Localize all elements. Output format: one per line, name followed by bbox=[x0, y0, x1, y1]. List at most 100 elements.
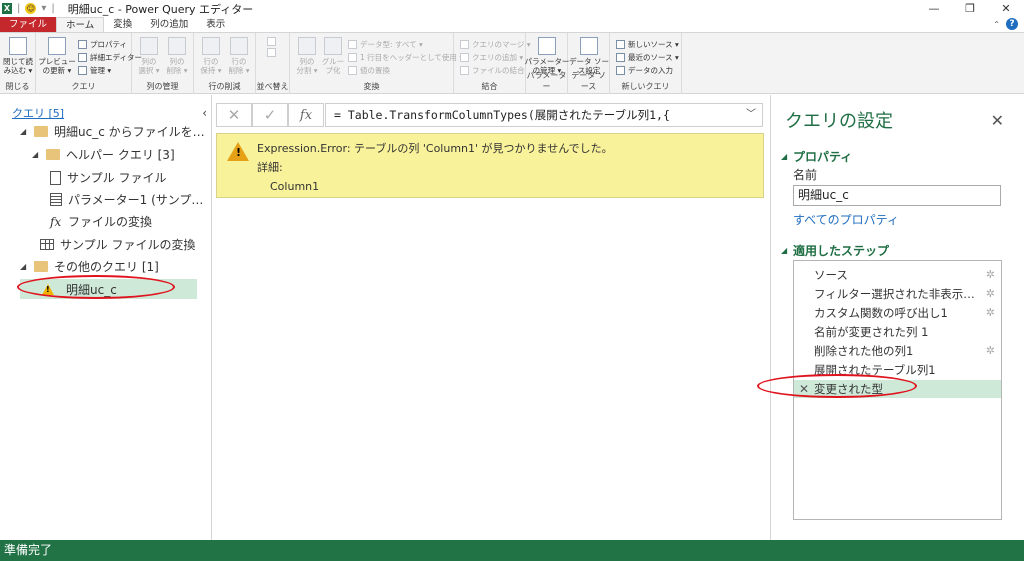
combine-files-icon bbox=[460, 66, 469, 75]
applied-steps-section-header[interactable]: ◢ 適用したステップ bbox=[781, 242, 889, 259]
window-title: 明細uc_c - Power Query エディター bbox=[67, 2, 254, 16]
sort-ascending-icon[interactable] bbox=[267, 37, 276, 46]
restore-button[interactable]: ❐ bbox=[952, 0, 988, 17]
expand-triangle-icon[interactable]: ◢ bbox=[20, 262, 28, 271]
remove-columns-button[interactable]: 列の 削除 ▾ bbox=[164, 37, 190, 75]
queries-pane: クエリ [5] ‹ ◢ 明細uc_c からファイルを… ◢ ヘルパー クエリ [… bbox=[0, 95, 212, 540]
parameters-icon bbox=[538, 37, 556, 55]
close-settings-icon[interactable]: ✕ bbox=[991, 111, 1004, 130]
tree-item-label: ヘルパー クエリ [3] bbox=[66, 148, 175, 162]
expand-triangle-icon[interactable]: ◢ bbox=[20, 127, 28, 136]
tree-item-other-queries[interactable]: ◢ その他のクエリ [1] bbox=[20, 258, 159, 275]
step-item[interactable]: 名前が変更された列 1 bbox=[794, 323, 1001, 341]
tree-item-folder-files[interactable]: ◢ 明細uc_c からファイルを… bbox=[20, 123, 205, 140]
keep-rows-button[interactable]: 行の 保持 ▾ bbox=[198, 37, 224, 75]
gear-icon[interactable]: ✲ bbox=[986, 304, 995, 322]
excel-icon: X bbox=[2, 3, 12, 14]
collapse-pane-icon[interactable]: ‹ bbox=[202, 106, 207, 120]
refresh-label: プレビュー の更新 ▾ bbox=[38, 57, 76, 75]
all-properties-link[interactable]: すべてのプロパティ bbox=[793, 211, 899, 228]
tree-item-label: 明細uc_c からファイルを… bbox=[54, 125, 205, 139]
split-column-button[interactable]: 列の 分割 ▾ bbox=[294, 37, 320, 75]
group-by-button[interactable]: グルー プ化 bbox=[320, 37, 346, 75]
tab-home[interactable]: ホーム bbox=[56, 17, 105, 32]
collapse-triangle-icon[interactable]: ◢ bbox=[781, 152, 789, 161]
data-type-dropdown[interactable]: データ型: すべて ▾ bbox=[348, 39, 423, 50]
tree-item-sample-file[interactable]: サンプル ファイル bbox=[50, 169, 166, 186]
queries-pane-header: クエリ [5] ‹ bbox=[12, 105, 207, 121]
power-query-editor: X | ☺ ▾ | 明細uc_c - Power Query エディター — ❐… bbox=[0, 0, 1024, 561]
append-queries-button[interactable]: クエリの追加 ▾ bbox=[460, 52, 523, 63]
tree-item-transform-sample[interactable]: サンプル ファイルの変換 bbox=[40, 236, 195, 253]
insert-function-button[interactable]: fx bbox=[288, 103, 324, 127]
group-transform: 列の 分割 ▾ グルー プ化 データ型: すべて ▾ 1 行目をヘッダーとして使… bbox=[290, 33, 463, 94]
cancel-formula-button[interactable]: ✕ bbox=[216, 103, 252, 127]
merge-queries-button[interactable]: クエリのマージ ▾ bbox=[460, 39, 531, 50]
tab-add-column[interactable]: 列の追加 bbox=[141, 17, 197, 32]
formula-bar: ✕ ✓ fx = Table.TransformColumnTypes(展開され… bbox=[216, 103, 764, 127]
step-item[interactable]: フィルター選択された非表示… ✲ bbox=[794, 285, 1001, 303]
step-item[interactable]: カスタム関数の呼び出し1 ✲ bbox=[794, 304, 1001, 322]
error-message: Expression.Error: テーブルの列 'Column1' が見つかり… bbox=[257, 142, 613, 155]
warning-icon bbox=[227, 142, 249, 161]
group-label: データ ソース bbox=[571, 71, 606, 91]
replace-values-button[interactable]: 値の置換 bbox=[348, 65, 390, 76]
gear-icon[interactable]: ✲ bbox=[986, 285, 995, 303]
minimize-button[interactable]: — bbox=[916, 0, 952, 17]
editor-icon bbox=[78, 53, 87, 62]
new-source-icon bbox=[616, 40, 625, 49]
append-label: クエリの追加 ▾ bbox=[472, 53, 524, 62]
close-and-load-button[interactable]: 閉じて読 み込む ▾ bbox=[3, 37, 33, 75]
step-item[interactable]: 削除された他の列1 ✲ bbox=[794, 342, 1001, 360]
tree-item-label: サンプル ファイルの変換 bbox=[60, 238, 196, 252]
sort-buttons bbox=[267, 37, 276, 57]
tab-file[interactable]: ファイル bbox=[0, 17, 57, 32]
choose-columns-button[interactable]: 列の 選択 ▾ bbox=[136, 37, 162, 75]
query-settings-pane: クエリの設定 ✕ ◢ プロパティ 名前 明細uc_c すべてのプロパティ ◢ 適… bbox=[757, 95, 1024, 540]
remove-rows-button[interactable]: 行の 削除 ▾ bbox=[226, 37, 252, 75]
close-load-label: 閉じて読 み込む ▾ bbox=[3, 57, 33, 75]
expand-formula-chevron-icon[interactable]: ﹀ bbox=[746, 108, 756, 122]
tab-view[interactable]: 表示 bbox=[197, 17, 234, 32]
combine-files-button[interactable]: ファイルの結合 bbox=[460, 65, 525, 76]
smiley-feedback-icon[interactable]: ☺ bbox=[25, 3, 37, 14]
recent-sources-button[interactable]: 最近のソース ▾ bbox=[616, 52, 679, 63]
properties-header-label: プロパティ bbox=[793, 150, 853, 164]
group-label: 変換 bbox=[363, 82, 380, 91]
data-type-icon bbox=[348, 40, 357, 49]
gear-icon[interactable]: ✲ bbox=[986, 266, 995, 284]
qat-dropdown-icon[interactable]: ▾ bbox=[41, 3, 46, 14]
close-window-button[interactable]: ✕ bbox=[988, 0, 1024, 17]
merge-icon bbox=[460, 40, 469, 49]
quick-access-toolbar: X | ☺ ▾ | 明細uc_c - Power Query エディター bbox=[0, 1, 253, 17]
new-source-button[interactable]: 新しいソース ▾ bbox=[616, 39, 679, 50]
first-row-header-label: 1 行目をヘッダーとして使用 ▾ bbox=[360, 53, 464, 62]
query-name-input[interactable]: 明細uc_c bbox=[793, 185, 1001, 206]
help-icon[interactable]: ? bbox=[1006, 18, 1018, 30]
name-label: 名前 bbox=[793, 168, 818, 182]
manage-button[interactable]: 管理 ▾ bbox=[78, 65, 111, 76]
tree-item-transform-file[interactable]: fx ファイルの変換 bbox=[50, 213, 152, 230]
commit-formula-button[interactable]: ✓ bbox=[252, 103, 288, 127]
group-sort: 並べ替え bbox=[256, 33, 290, 94]
collapse-triangle-icon[interactable]: ◢ bbox=[781, 246, 789, 255]
queries-pane-title[interactable]: クエリ [5] bbox=[12, 105, 64, 121]
collapse-ribbon-icon[interactable]: ⌃ bbox=[993, 20, 1000, 29]
refresh-preview-button[interactable]: プレビュー の更新 ▾ bbox=[38, 37, 76, 75]
first-row-header-button[interactable]: 1 行目をヘッダーとして使用 ▾ bbox=[348, 52, 463, 63]
tree-item-parameter[interactable]: パラメーター1 (サンプ… bbox=[50, 191, 203, 208]
expand-triangle-icon[interactable]: ◢ bbox=[32, 150, 40, 159]
sort-descending-icon[interactable] bbox=[267, 48, 276, 57]
formula-input[interactable]: = Table.TransformColumnTypes(展開されたテーブル列1… bbox=[325, 103, 763, 127]
header-icon bbox=[348, 53, 357, 62]
new-source-label: 新しいソース ▾ bbox=[628, 40, 679, 49]
tab-transform[interactable]: 変換 bbox=[104, 17, 141, 32]
split-column-label: 列の 分割 ▾ bbox=[296, 57, 318, 75]
enter-data-button[interactable]: データの入力 bbox=[616, 65, 673, 76]
step-item[interactable]: ソース ✲ bbox=[794, 266, 1001, 284]
properties-section-header[interactable]: ◢ プロパティ bbox=[781, 148, 852, 165]
function-icon: fx bbox=[50, 214, 62, 229]
tree-item-helper-queries[interactable]: ◢ ヘルパー クエリ [3] bbox=[32, 146, 175, 163]
gear-icon[interactable]: ✲ bbox=[986, 342, 995, 360]
properties-button[interactable]: プロパティ bbox=[78, 39, 127, 50]
